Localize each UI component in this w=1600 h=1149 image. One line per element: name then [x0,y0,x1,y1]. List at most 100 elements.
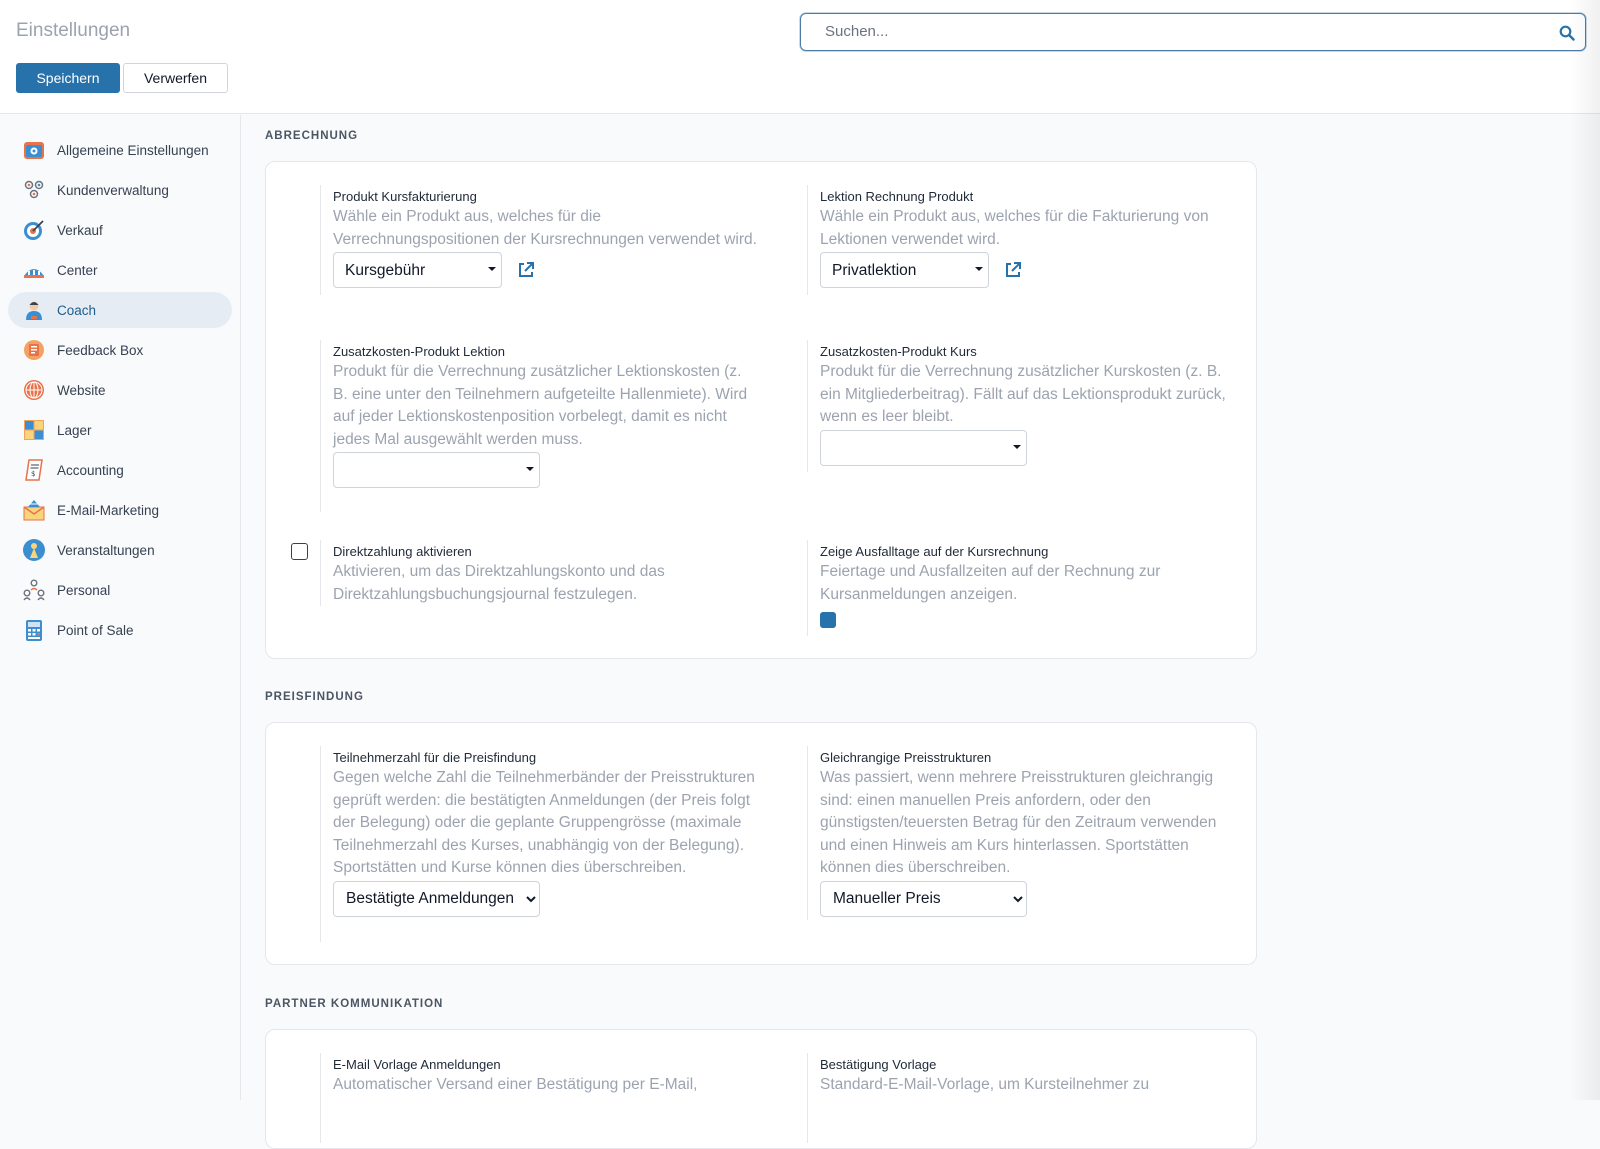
external-link-icon[interactable] [1003,260,1023,280]
target-icon [22,218,46,242]
lesson-product-dropdown[interactable]: Privatlektion [820,252,989,288]
search-box [800,13,1586,51]
sidebar-item-feedback[interactable]: Feedback Box [8,332,232,368]
customers-icon [22,178,46,202]
equal-rank-setting: Gleichrangige Preisstrukturen Was passie… [807,746,1237,920]
sidebar-item-website[interactable]: Website [8,372,232,408]
chevron-down-icon [526,467,534,471]
chevron-down-icon [488,267,496,271]
setting-label: Zusatzkosten-Produkt Kurs [820,344,977,359]
sidebar-item-label: Allgemeine Einstellungen [57,142,209,158]
scroll-shadow [1570,0,1600,1100]
sidebar-item-label: Personal [57,582,111,598]
sidebar-item-warehouse[interactable]: Lager [8,412,232,448]
direct-payment-checkbox[interactable] [291,543,308,560]
equal-rank-select[interactable]: Manueller Preis [820,880,1027,917]
settings-sidebar: Allgemeine Einstellungen Kundenverwaltun… [0,115,241,1100]
pos-icon [22,618,46,642]
setting-description: Automatischer Versand einer Bestätigung … [333,1076,698,1093]
sidebar-item-email-marketing[interactable]: E-Mail-Marketing [8,492,232,528]
warehouse-icon [22,418,46,442]
setting-label: Direktzahlung aktivieren [333,544,472,559]
sidebar-item-label: Center [57,262,98,278]
sidebar-item-label: Verkauf [57,222,103,238]
discard-button[interactable]: Verwerfen [123,63,228,93]
setting-label: E-Mail Vorlage Anmeldungen [333,1057,501,1072]
section-title-partner: Partner Kommunikation [265,998,444,1010]
setting-description: Standard-E-Mail-Vorlage, um Kursteilnehm… [820,1076,1150,1093]
external-link-icon[interactable] [516,260,536,280]
setting-label: Produkt Kursfakturierung [333,189,477,204]
setting-description: Produkt für die Verrechnung zusätzlicher… [820,363,1226,425]
setting-description: Wähle ein Produkt aus, welches für die F… [820,208,1209,248]
setting-description: Aktivieren, um das Direktzahlungskonto u… [333,563,665,603]
invoice-icon: $ [22,458,46,482]
sidebar-item-pos[interactable]: Point of Sale [8,612,232,648]
setting-description: Feiertage und Ausfallzeiten auf der Rech… [820,563,1161,603]
setting-description: Wähle ein Produkt aus, welches für die V… [333,208,757,248]
extra-course-product-dropdown[interactable] [820,429,1027,466]
setting-label: Zeige Ausfalltage auf der Kursrechnung [820,544,1049,559]
participants-pricing-select[interactable]: Bestätigte Anmeldungen [333,880,540,917]
sidebar-item-customers[interactable]: Kundenverwaltung [8,172,232,208]
setting-description: Produkt für die Verrechnung zusätzlicher… [333,363,748,448]
course-product-dropdown[interactable]: Kursgebühr [333,252,502,288]
show-absences-setting: Zeige Ausfalltage auf der Kursrechnung F… [807,540,1237,636]
show-absences-checkbox[interactable] [820,612,836,628]
event-icon [22,538,46,562]
extra-lesson-product-setting: Zusatzkosten-Produkt Lektion Produkt für… [320,340,760,512]
sidebar-item-label: Coach [57,302,97,318]
course-product-setting: Produkt Kursfakturierung Wähle ein Produ… [320,185,760,295]
confirmation-template-setting: Bestätigung Vorlage Standard-E-Mail-Vorl… [807,1053,1237,1143]
setting-label: Zusatzkosten-Produkt Lektion [333,344,505,359]
sidebar-item-events[interactable]: Veranstaltungen [8,532,232,568]
sidebar-item-label: Point of Sale [57,622,134,638]
dropdown-value: Privatlektion [832,262,917,279]
sidebar-item-label: Lager [57,422,92,438]
save-button[interactable]: Speichern [16,63,120,93]
sidebar-item-sales[interactable]: Verkauf [8,212,232,248]
extra-lesson-product-dropdown[interactable] [333,452,540,488]
building-icon [22,258,46,282]
settings-icon [22,138,46,162]
sidebar-item-general[interactable]: Allgemeine Einstellungen [8,132,232,168]
direct-payment-setting: Direktzahlung aktivieren Aktivieren, um … [320,540,760,606]
mail-icon [22,498,46,522]
page-title: Einstellungen [16,20,131,41]
section-title-billing: Abrechnung [265,130,359,142]
pricing-card: Teilnehmerzahl für die Preisfindung Gege… [265,722,1257,965]
svg-text:$: $ [31,470,35,478]
sidebar-item-accounting[interactable]: $ Accounting [8,452,232,488]
sidebar-item-center[interactable]: Center [8,252,232,288]
participants-pricing-setting: Teilnehmerzahl für die Preisfindung Gege… [320,746,760,942]
dropdown-value: Kursgebühr [345,262,426,279]
setting-label: Lektion Rechnung Produkt [820,189,974,204]
setting-label: Bestätigung Vorlage [820,1057,937,1072]
section-title-pricing: Preisfindung [265,691,364,703]
billing-card: Produkt Kursfakturierung Wähle ein Produ… [265,161,1257,659]
setting-description: Gegen welche Zahl die Teilnehmerbänder d… [333,769,755,876]
search-input[interactable] [823,14,1523,48]
extra-course-product-setting: Zusatzkosten-Produkt Kurs Produkt für di… [807,340,1237,472]
control-panel: Einstellungen Speichern Verwerfen [0,0,1600,114]
chevron-down-icon [975,267,983,271]
sidebar-item-label: Website [57,382,106,398]
sidebar-item-label: Veranstaltungen [57,542,155,558]
setting-label: Teilnehmerzahl für die Preisfindung [333,750,537,765]
sidebar-item-label: E-Mail-Marketing [57,502,160,518]
sidebar-item-label: Kundenverwaltung [57,182,169,198]
sidebar-item-label: Accounting [57,462,124,478]
sidebar-item-personnel[interactable]: Personal [8,572,232,608]
setting-label: Gleichrangige Preisstrukturen [820,750,992,765]
partner-card: E-Mail Vorlage Anmeldungen Automatischer… [265,1029,1257,1149]
people-icon [22,578,46,602]
lesson-product-setting: Lektion Rechnung Produkt Wähle ein Produ… [807,185,1237,295]
coach-icon [22,298,46,322]
setting-description: Was passiert, wenn mehrere Preisstruktur… [820,769,1217,876]
feedback-icon [22,338,46,362]
globe-icon [22,378,46,402]
email-template-setting: E-Mail Vorlage Anmeldungen Automatischer… [320,1053,760,1143]
sidebar-item-coach[interactable]: Coach [8,292,232,328]
chevron-down-icon [1013,444,1021,449]
sidebar-item-label: Feedback Box [57,342,144,358]
